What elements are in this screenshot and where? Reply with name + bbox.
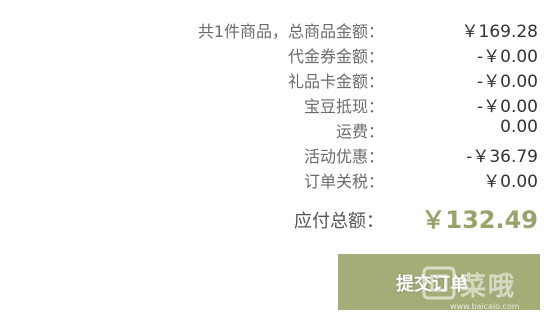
summary-label: 订单关税： [303,172,384,191]
summary-row-promotion: 活动优惠： -￥36.79 [0,139,548,167]
summary-row-tariff: 订单关税： ￥0.00 [0,164,548,192]
summary-row-voucher: 代金券金额： -￥0.00 [0,39,548,67]
summary-row-items-total: 共1件商品，总商品金额： ￥169.28 [0,14,548,42]
submit-order-label: 提交订单 [396,274,468,294]
total-payable-row: 应付总额： ￥132.49 [0,200,548,234]
summary-value: ￥0.00 [483,172,538,192]
order-summary: 共1件商品，总商品金额： ￥169.28 代金券金额： -￥0.00 礼品卡金额… [0,14,548,192]
submit-order-button[interactable]: 提交订单 [338,254,540,310]
summary-value: 0.00 [500,117,538,137]
summary-row-shipping: 运费： 0.00 [0,114,548,141]
total-payable-label: 应付总额： [294,211,384,232]
summary-row-points: 宝豆抵现： -￥0.00 [0,89,548,117]
total-payable-value: ￥132.49 [421,206,538,234]
summary-row-gift-card: 礼品卡金额： -￥0.00 [0,64,548,92]
